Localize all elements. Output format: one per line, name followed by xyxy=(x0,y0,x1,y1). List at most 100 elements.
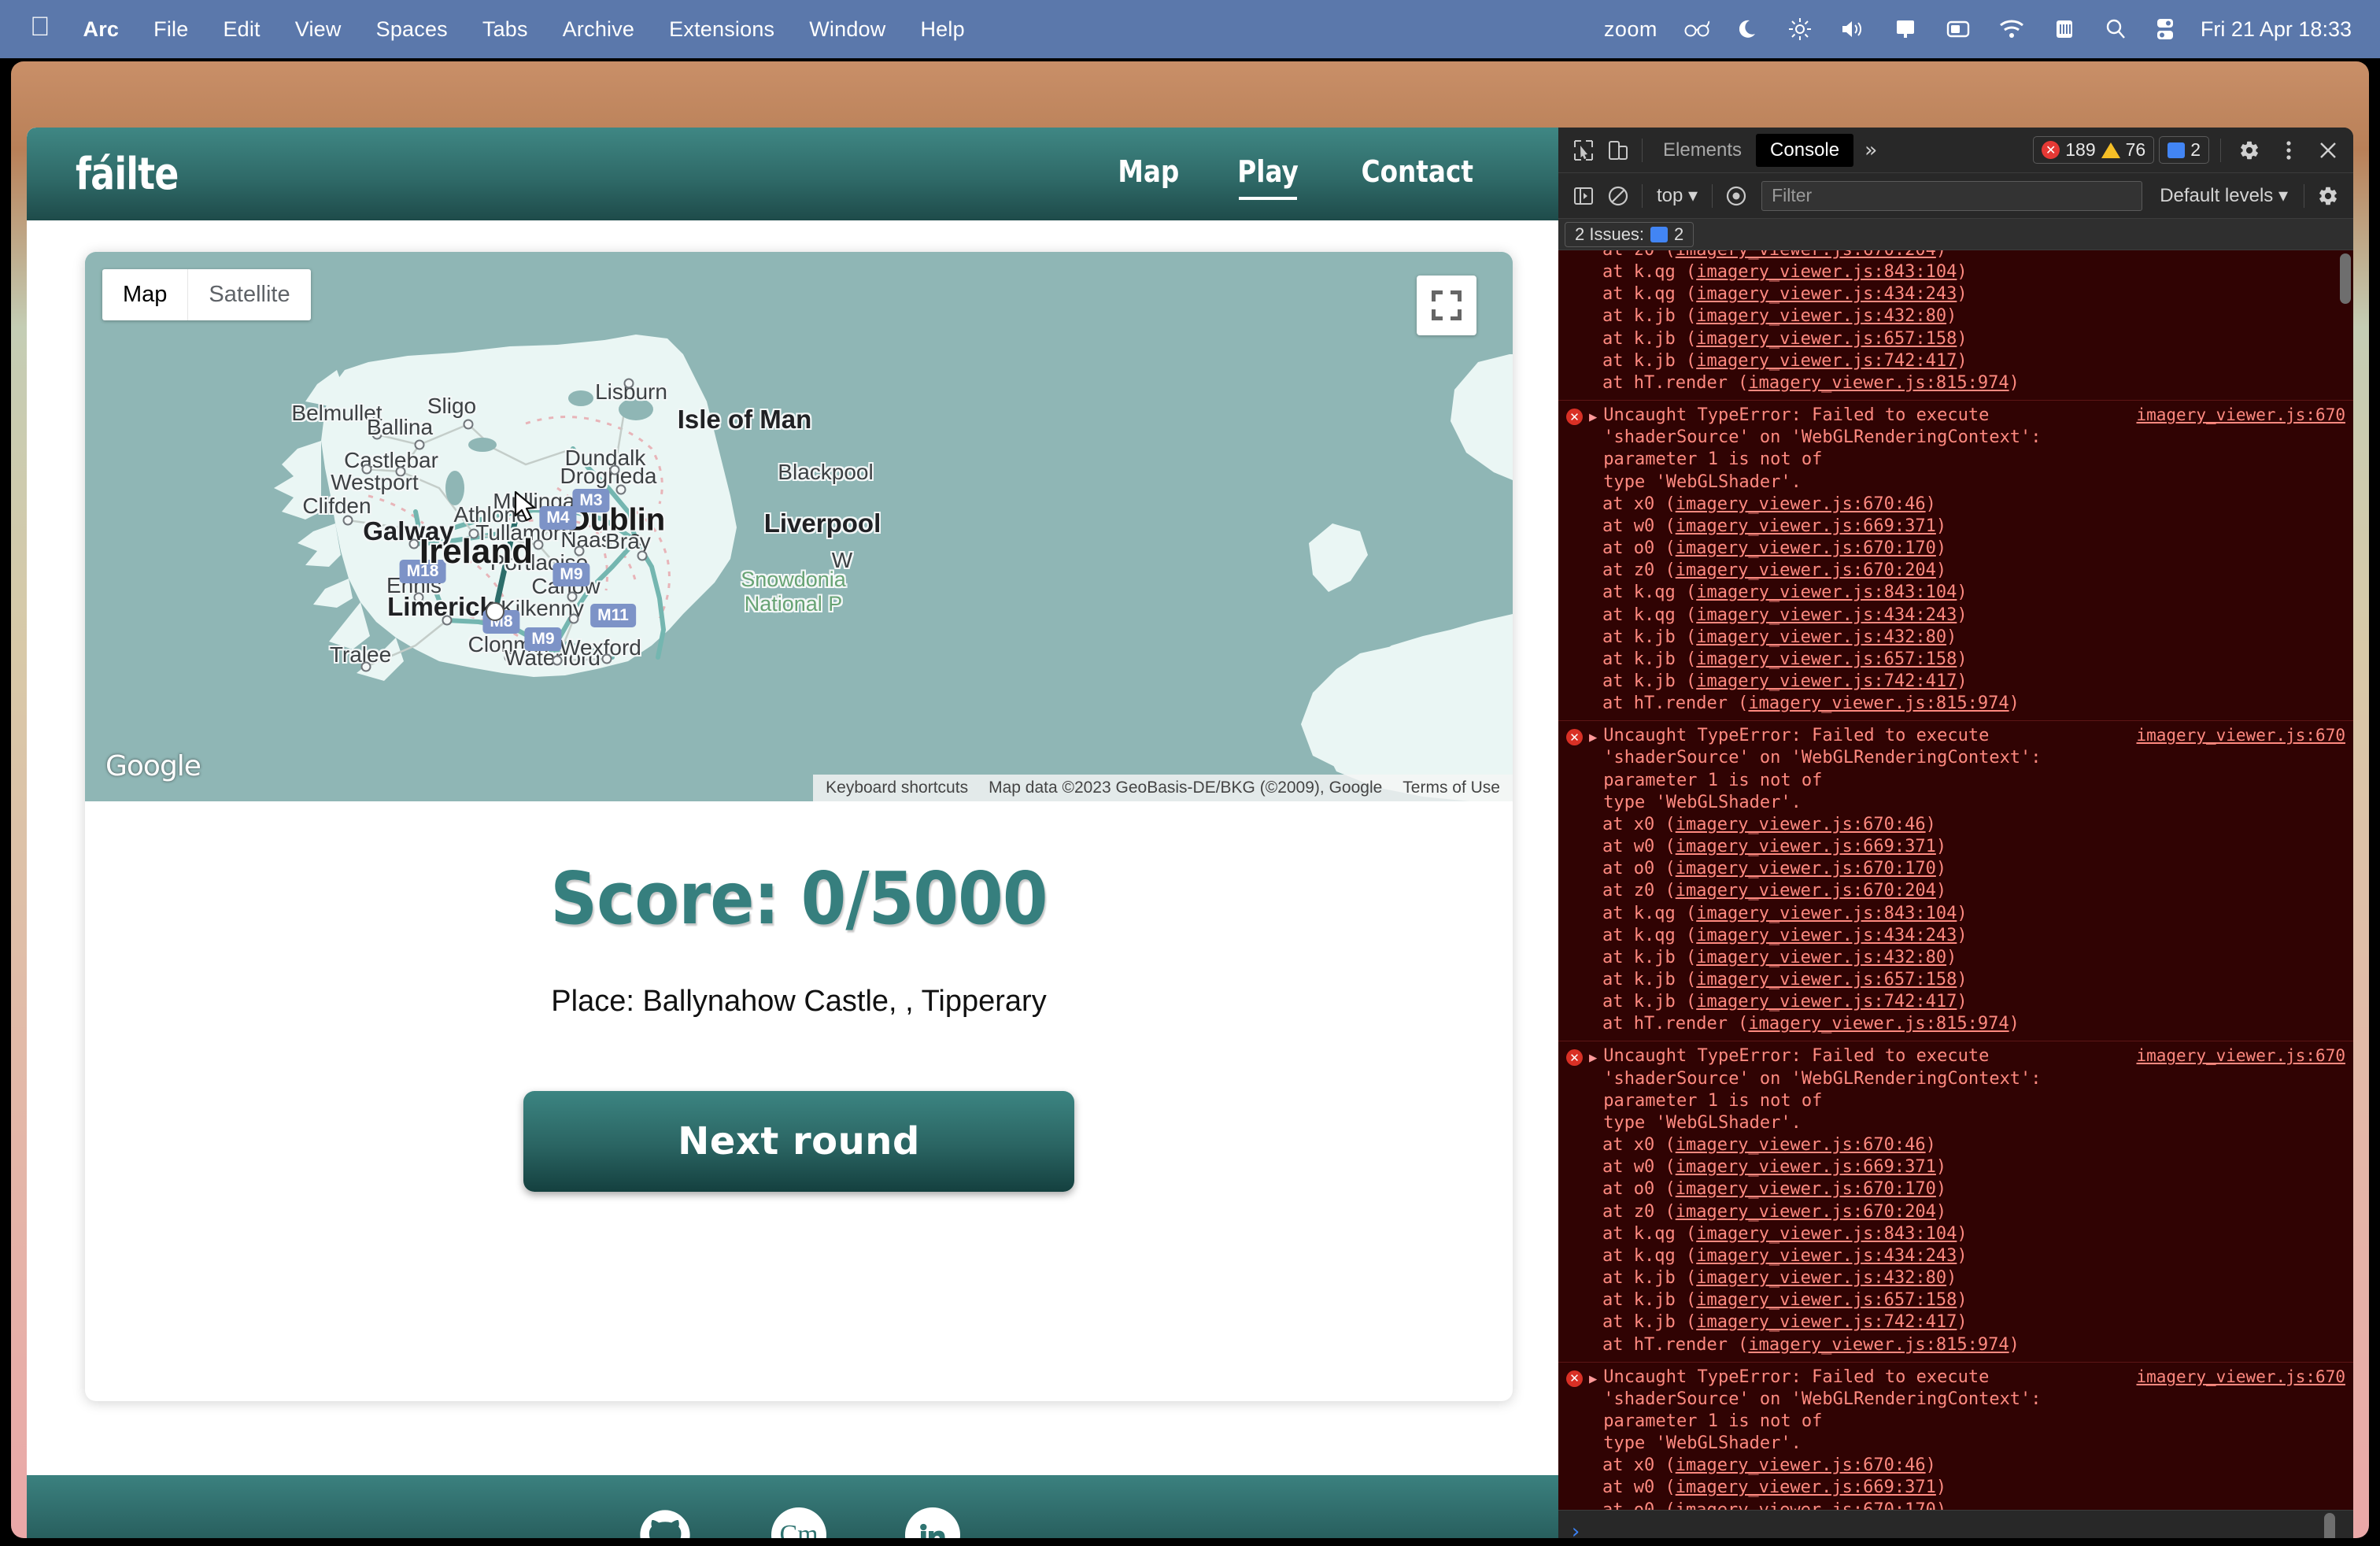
console-sidebar-icon[interactable] xyxy=(1566,179,1601,213)
issues-button[interactable]: 2 Issues: 2 xyxy=(1565,221,1694,247)
console-filter-input[interactable] xyxy=(1761,180,2143,211)
control-center-icon[interactable] xyxy=(2141,17,2190,41)
fullscreen-icon[interactable] xyxy=(1417,276,1476,335)
expand-arrow-icon[interactable]: ▶ xyxy=(1589,730,1597,745)
console-error-header[interactable]: ✕ ▶ Uncaught TypeError: Failed to execute … xyxy=(1566,405,2345,494)
github-icon[interactable] xyxy=(638,1507,693,1538)
codementor-icon[interactable]: Cm xyxy=(771,1507,826,1538)
menu-item-archive[interactable]: Archive xyxy=(545,17,652,42)
screen-mirroring-icon[interactable] xyxy=(1879,18,1931,40)
nav-link-contact[interactable]: Contact xyxy=(1362,154,1473,194)
battery-icon[interactable] xyxy=(2038,19,2090,39)
terms-of-use-link[interactable]: Terms of Use xyxy=(1402,779,1500,797)
stack-line[interactable]: at hT.render (imagery_viewer.js:815:974) xyxy=(1566,693,2345,715)
stack-line[interactable]: at w0 (imagery_viewer.js:669:371) xyxy=(1566,1156,2345,1178)
error-source-link[interactable]: imagery_viewer.js:670 xyxy=(2136,405,2345,424)
console-error-header[interactable]: ✕ ▶ Uncaught TypeError: Failed to execute … xyxy=(1566,1367,2345,1455)
menu-item-extensions[interactable]: Extensions xyxy=(652,17,792,42)
error-warning-pill[interactable]: ✕ 189 76 xyxy=(2033,136,2155,164)
site-logo[interactable]: fáilte xyxy=(76,149,179,200)
console-log-area[interactable]: at z0 (imagery_viewer.js:670:204)at k.qg… xyxy=(1558,250,2353,1510)
stack-line[interactable]: at o0 (imagery_viewer.js:670:170) xyxy=(1566,1500,2345,1510)
error-source-link[interactable]: imagery_viewer.js:670 xyxy=(2136,1367,2345,1386)
tab-elements[interactable]: Elements xyxy=(1649,134,1756,167)
linkedin-icon[interactable] xyxy=(905,1507,960,1538)
menu-item-help[interactable]: Help xyxy=(903,17,981,42)
keyboard-shortcuts-link[interactable]: Keyboard shortcuts xyxy=(826,779,968,797)
stack-line[interactable]: at k.qg (imagery_viewer.js:843:104) xyxy=(1566,903,2345,925)
stack-line[interactable]: at k.jb (imagery_viewer.js:657:158) xyxy=(1566,649,2345,671)
stack-line[interactable]: at hT.render (imagery_viewer.js:815:974) xyxy=(1566,1334,2345,1356)
stack-line[interactable]: at z0 (imagery_viewer.js:670:204) xyxy=(1566,880,2345,902)
live-expression-icon[interactable] xyxy=(1719,179,1754,213)
stack-line[interactable]: at k.qg (imagery_viewer.js:434:243) xyxy=(1566,283,2345,305)
menu-item-spaces[interactable]: Spaces xyxy=(359,17,465,42)
stack-line[interactable]: at k.qg (imagery_viewer.js:843:104) xyxy=(1566,582,2345,604)
console-prompt[interactable]: › xyxy=(1558,1510,2353,1538)
stack-line[interactable]: at k.jb (imagery_viewer.js:432:80) xyxy=(1566,305,2345,327)
stack-line[interactable]: at o0 (imagery_viewer.js:670:170) xyxy=(1566,858,2345,880)
glasses-icon[interactable] xyxy=(1670,20,1725,38)
stack-line[interactable]: at w0 (imagery_viewer.js:669:371) xyxy=(1566,1477,2345,1499)
stack-line[interactable]: at k.jb (imagery_viewer.js:742:417) xyxy=(1566,1311,2345,1333)
expand-arrow-icon[interactable]: ▶ xyxy=(1589,409,1597,425)
nav-link-play[interactable]: Play xyxy=(1238,154,1299,200)
console-error-header[interactable]: ✕ ▶ Uncaught TypeError: Failed to execute … xyxy=(1566,725,2345,814)
prompt-scrollbar[interactable] xyxy=(2324,1513,2335,1538)
menu-item-edit[interactable]: Edit xyxy=(205,17,277,42)
more-tabs-icon[interactable]: » xyxy=(1853,139,1888,162)
next-round-button[interactable]: Next round xyxy=(523,1091,1074,1192)
stack-line[interactable]: at k.jb (imagery_viewer.js:657:158) xyxy=(1566,969,2345,991)
zoom-menu-item[interactable]: zoom xyxy=(1591,17,1670,42)
console-scrollbar[interactable] xyxy=(2340,253,2351,304)
stack-line[interactable]: at x0 (imagery_viewer.js:670:46) xyxy=(1566,1455,2345,1477)
error-source-link[interactable]: imagery_viewer.js:670 xyxy=(2136,726,2345,745)
tab-console[interactable]: Console xyxy=(1756,133,1854,167)
expand-arrow-icon[interactable]: ▶ xyxy=(1589,1050,1597,1066)
stack-line[interactable]: at k.qg (imagery_viewer.js:843:104) xyxy=(1566,1223,2345,1245)
stack-line[interactable]: at k.jb (imagery_viewer.js:657:158) xyxy=(1566,328,2345,350)
stack-line[interactable]: at x0 (imagery_viewer.js:670:46) xyxy=(1566,1134,2345,1156)
stack-line[interactable]: at x0 (imagery_viewer.js:670:46) xyxy=(1566,814,2345,836)
console-entry-partial[interactable]: at z0 (imagery_viewer.js:670:204)at k.qg… xyxy=(1558,250,2353,401)
console-settings-icon[interactable] xyxy=(2311,179,2345,213)
volume-icon[interactable] xyxy=(1826,19,1879,39)
wifi-icon[interactable] xyxy=(1985,20,2038,39)
error-source-link[interactable]: imagery_viewer.js:670 xyxy=(2136,1046,2345,1065)
stack-line[interactable]: at hT.render (imagery_viewer.js:815:974) xyxy=(1566,1013,2345,1035)
stack-line[interactable]: at x0 (imagery_viewer.js:670:46) xyxy=(1566,494,2345,516)
menu-item-arc[interactable]: Arc xyxy=(66,17,137,42)
stack-line[interactable]: at z0 (imagery_viewer.js:670:204) xyxy=(1566,560,2345,582)
more-options-icon[interactable] xyxy=(2271,133,2306,168)
stack-line[interactable]: at k.jb (imagery_viewer.js:657:158) xyxy=(1566,1289,2345,1311)
stack-line[interactable]: at k.jb (imagery_viewer.js:432:80) xyxy=(1566,1267,2345,1289)
console-error-entry[interactable]: ✕ ▶ Uncaught TypeError: Failed to execute … xyxy=(1558,401,2353,722)
display-icon[interactable] xyxy=(1931,19,1985,39)
stack-line[interactable]: at z0 (imagery_viewer.js:670:204) xyxy=(1566,250,2345,261)
context-selector[interactable]: top ▾ xyxy=(1649,184,1706,207)
brightness-icon[interactable] xyxy=(1774,17,1826,41)
gear-icon[interactable] xyxy=(2232,133,2267,168)
clear-console-icon[interactable] xyxy=(1601,179,1635,213)
log-levels-selector[interactable]: Default levels ▾ xyxy=(2150,184,2297,207)
stack-line[interactable]: at w0 (imagery_viewer.js:669:371) xyxy=(1566,516,2345,538)
map-type-switcher[interactable]: Map Satellite xyxy=(102,269,311,320)
stack-line[interactable]: at k.qg (imagery_viewer.js:434:243) xyxy=(1566,605,2345,627)
moon-icon[interactable] xyxy=(1725,18,1774,40)
close-icon[interactable] xyxy=(2311,133,2345,168)
stack-line[interactable]: at w0 (imagery_viewer.js:669:371) xyxy=(1566,836,2345,858)
stack-line[interactable]: at k.qg (imagery_viewer.js:434:243) xyxy=(1566,925,2345,947)
search-icon[interactable] xyxy=(2090,18,2141,40)
guess-marker[interactable] xyxy=(486,602,504,621)
menu-item-tabs[interactable]: Tabs xyxy=(465,17,545,42)
map-type-satellite[interactable]: Satellite xyxy=(187,269,310,320)
console-error-entry[interactable]: ✕ ▶ Uncaught TypeError: Failed to execute … xyxy=(1558,721,2353,1042)
console-error-entry[interactable]: ✕ ▶ Uncaught TypeError: Failed to execute … xyxy=(1558,1362,2353,1510)
console-error-entry[interactable]: ✕ ▶ Uncaught TypeError: Failed to execute … xyxy=(1558,1041,2353,1363)
message-pill[interactable]: 2 xyxy=(2159,136,2209,164)
menu-item-view[interactable]: View xyxy=(278,17,359,42)
stack-line[interactable]: at k.qg (imagery_viewer.js:843:104) xyxy=(1566,261,2345,283)
stack-line[interactable]: at k.jb (imagery_viewer.js:742:417) xyxy=(1566,671,2345,693)
inspect-element-icon[interactable] xyxy=(1566,133,1601,168)
apple-menu-icon[interactable]:  xyxy=(22,12,66,47)
